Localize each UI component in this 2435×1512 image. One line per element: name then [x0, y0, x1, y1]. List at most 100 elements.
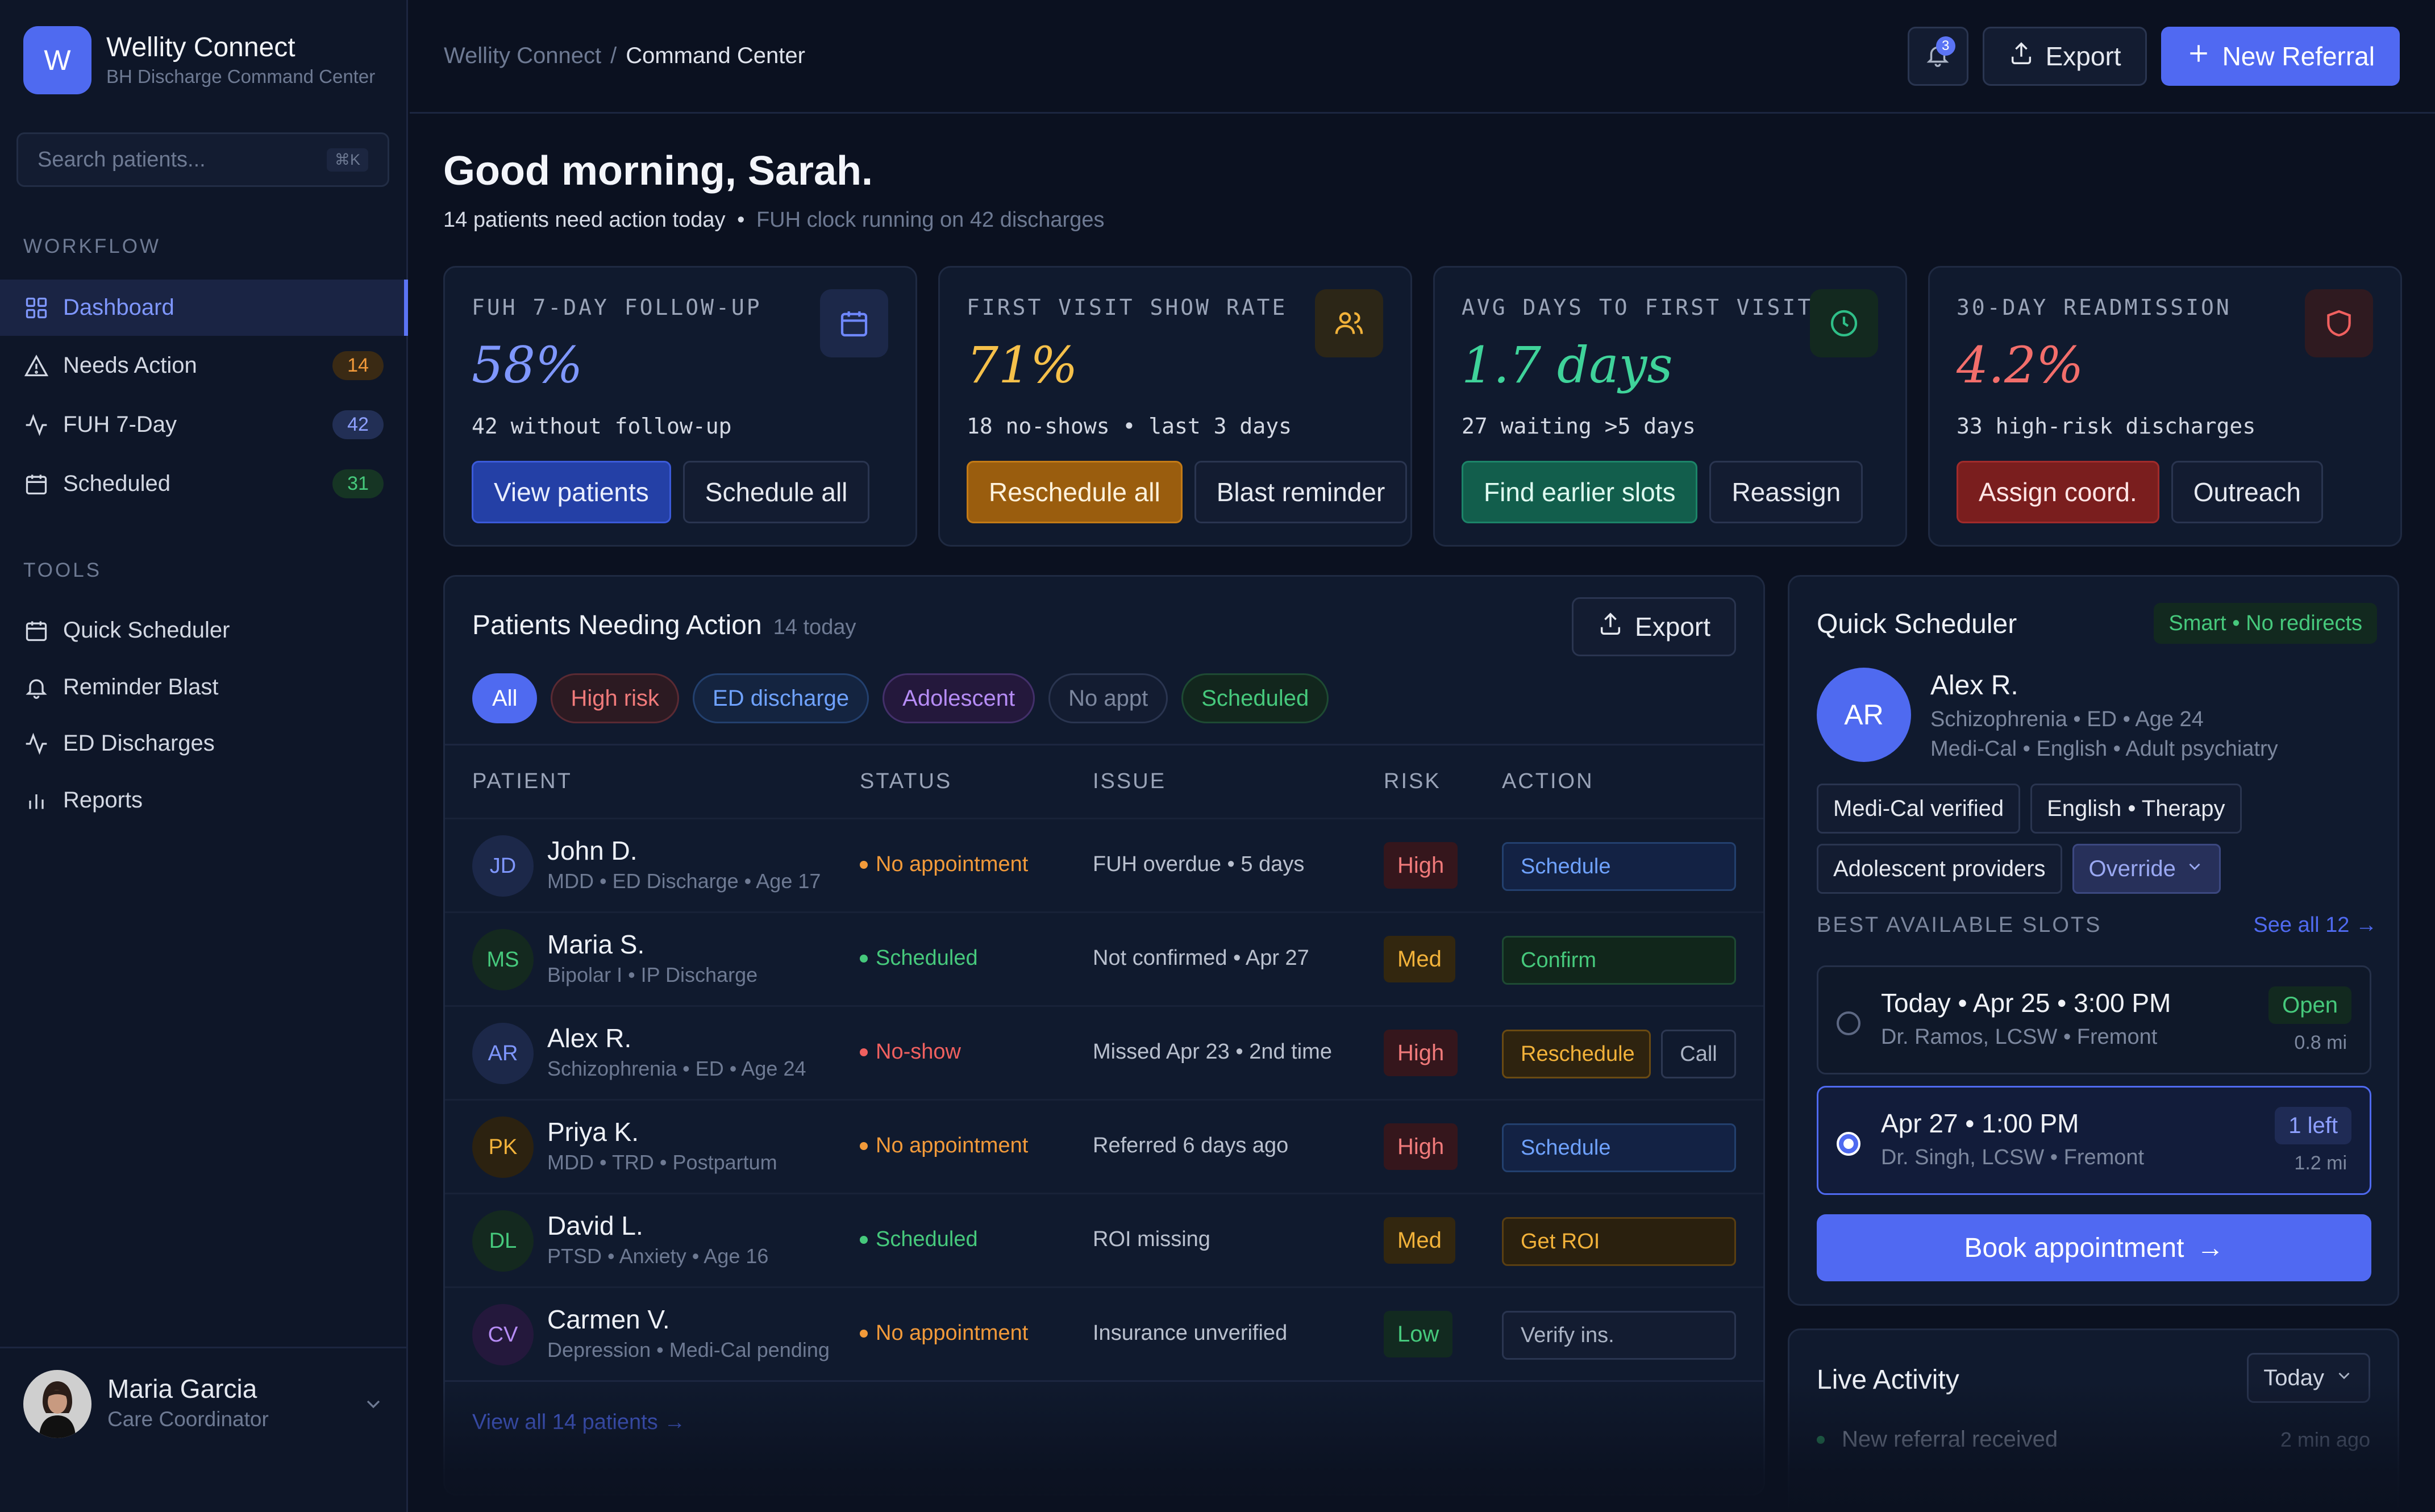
availability-badge: 1 left	[2275, 1107, 2351, 1144]
table-row[interactable]: JD John D. MDD • ED Discharge • Age 17 N…	[445, 818, 1763, 911]
patient-meta: Schizophrenia • ED • Age 24	[1930, 707, 2204, 731]
risk-badge: High	[1384, 842, 1458, 889]
bell-icon	[23, 674, 49, 701]
panel-title-text: Patients Needing Action	[472, 610, 762, 640]
notification-count: 3	[1935, 36, 1955, 56]
notifications-button[interactable]: 3	[1907, 27, 1968, 86]
view-all-patients-link[interactable]: View all 14 patients →	[472, 1410, 685, 1435]
list-item[interactable]: New referral received 2 min ago	[1817, 1427, 2370, 1452]
search-shortcut: ⌘K	[326, 148, 368, 172]
schedule-all-button[interactable]: Schedule all	[682, 461, 870, 523]
sidebar-item-needs-action[interactable]: Needs Action 14	[0, 338, 408, 394]
column-header-status[interactable]: STATUS	[860, 769, 952, 794]
search-input[interactable]: Search patients... ⌘K	[16, 132, 389, 187]
kpi-card-show-rate: FIRST VISIT SHOW RATE 71% 18 no-shows • …	[938, 266, 1412, 547]
risk-badge: High	[1384, 1030, 1458, 1076]
bar-chart-icon	[23, 788, 49, 814]
upload-icon	[2008, 40, 2034, 73]
export-button[interactable]: Export	[1572, 597, 1736, 656]
chevron-down-icon[interactable]	[362, 1393, 385, 1418]
tag-english-therapy[interactable]: English • Therapy	[2030, 784, 2242, 834]
schedule-button[interactable]: Schedule	[1502, 1123, 1736, 1172]
sidebar-item-ed-discharges[interactable]: ED Discharges	[0, 715, 408, 772]
status-badge: No appointment	[860, 1134, 1028, 1158]
status-dot	[860, 1142, 868, 1150]
tag-medi-cal-verified[interactable]: Medi-Cal verified	[1817, 784, 2021, 834]
chevron-down-icon	[2334, 1365, 2354, 1391]
filter-chip-all[interactable]: All	[472, 673, 538, 723]
radio-button[interactable]	[1837, 1011, 1860, 1035]
column-header-risk[interactable]: RISK	[1384, 769, 1441, 794]
view-patients-button[interactable]: View patients	[472, 461, 671, 523]
confirm-button[interactable]: Confirm	[1502, 936, 1736, 985]
column-header-action[interactable]: ACTION	[1502, 769, 1594, 794]
time-range-select[interactable]: Today	[2247, 1353, 2370, 1403]
time-range-value: Today	[2263, 1365, 2324, 1390]
book-appointment-button[interactable]: Book appointment →	[1817, 1214, 2371, 1281]
column-header-patient[interactable]: PATIENT	[472, 769, 572, 794]
slot-time: Apr 27 • 1:00 PM	[1881, 1109, 2079, 1138]
export-button[interactable]: Export	[1982, 27, 2147, 86]
override-dropdown[interactable]: Override	[2072, 844, 2221, 894]
filter-chip-no-appt[interactable]: No appt	[1048, 673, 1168, 723]
activity-icon	[23, 731, 49, 757]
table-row[interactable]: CV Carmen V. Depression • Medi-Cal pendi…	[445, 1286, 1763, 1380]
filter-chips: All High risk ED discharge Adolescent No…	[472, 673, 1329, 723]
table-row[interactable]: MS Maria S. Bipolar I • IP Discharge Sch…	[445, 911, 1763, 1005]
status-badge: Scheduled	[860, 946, 978, 970]
clock-icon	[1810, 289, 1878, 357]
status-dot	[860, 860, 868, 869]
table-row[interactable]: PK Priya K. MDD • TRD • Postpartum No ap…	[445, 1099, 1763, 1193]
avatar: PK	[472, 1117, 534, 1178]
avatar	[23, 1370, 91, 1438]
reschedule-all-button[interactable]: Reschedule all	[967, 461, 1183, 523]
column-header-issue[interactable]: ISSUE	[1093, 769, 1166, 794]
breadcrumb-root[interactable]: Wellity Connect	[444, 43, 601, 69]
table-row[interactable]: AR Alex R. Schizophrenia • ED • Age 24 N…	[445, 1005, 1763, 1099]
count-badge: 14	[332, 351, 384, 380]
assign-coord-button[interactable]: Assign coord.	[1957, 461, 2159, 523]
filter-chip-high-risk[interactable]: High risk	[551, 673, 680, 723]
brand[interactable]: W Wellity Connect BH Discharge Command C…	[23, 26, 375, 94]
get-roi-button[interactable]: Get ROI	[1502, 1217, 1736, 1266]
chevron-down-icon	[2185, 856, 2204, 882]
find-earlier-slots-button[interactable]: Find earlier slots	[1462, 461, 1698, 523]
new-referral-button[interactable]: New Referral	[2161, 27, 2400, 86]
reassign-button[interactable]: Reassign	[1709, 461, 1863, 523]
patient-name: John D.	[547, 836, 638, 865]
filter-chip-adolescent[interactable]: Adolescent	[883, 673, 1035, 723]
status-badge: Smart • No redirects	[2154, 603, 2377, 644]
issue-text: FUH overdue • 5 days	[1093, 852, 1305, 876]
sidebar-item-dashboard[interactable]: Dashboard	[0, 280, 408, 336]
verify-insurance-button[interactable]: Verify ins.	[1502, 1311, 1736, 1360]
reschedule-button[interactable]: Reschedule	[1502, 1030, 1651, 1078]
schedule-button[interactable]: Schedule	[1502, 842, 1736, 891]
issue-text: Not confirmed • Apr 27	[1093, 946, 1309, 970]
count-badge: 31	[332, 469, 384, 498]
kpi-card-avg-days: AVG DAYS TO FIRST VISIT 1.7 days 27 wait…	[1433, 266, 1907, 547]
sidebar-item-label: Needs Action	[63, 353, 197, 378]
filter-chip-scheduled[interactable]: Scheduled	[1181, 673, 1329, 723]
outreach-button[interactable]: Outreach	[2171, 461, 2323, 523]
panel-title: Live Activity	[1817, 1365, 1959, 1395]
slot-option[interactable]: Today • Apr 25 • 3:00 PM Dr. Ramos, LCSW…	[1817, 965, 2371, 1074]
blast-reminder-button[interactable]: Blast reminder	[1194, 461, 1408, 523]
sidebar-item-quick-scheduler[interactable]: Quick Scheduler	[0, 602, 408, 659]
call-button[interactable]: Call	[1661, 1030, 1736, 1078]
table-header: PATIENT STATUS ISSUE RISK ACTION	[445, 744, 1763, 818]
slot-option[interactable]: Apr 27 • 1:00 PM Dr. Singh, LCSW • Fremo…	[1817, 1086, 2371, 1195]
status-dot	[860, 1329, 868, 1338]
sidebar-item-reminder-blast[interactable]: Reminder Blast	[0, 659, 408, 715]
user-profile[interactable]: Maria Garcia Care Coordinator	[0, 1347, 408, 1512]
see-all-slots-link[interactable]: See all 12 →	[2253, 913, 2377, 938]
activity-icon	[23, 412, 49, 438]
tag-adolescent-providers[interactable]: Adolescent providers	[1817, 844, 2062, 894]
patient-meta: MDD • ED Discharge • Age 17	[547, 869, 821, 893]
radio-button[interactable]	[1837, 1132, 1860, 1156]
table-row[interactable]: DL David L. PTSD • Anxiety • Age 16 Sche…	[445, 1193, 1763, 1286]
sidebar-item-fuh-7-day[interactable]: FUH 7-Day 42	[0, 397, 408, 453]
sidebar-item-scheduled[interactable]: Scheduled 31	[0, 456, 408, 512]
status-text: Scheduled	[876, 1227, 978, 1251]
sidebar-item-reports[interactable]: Reports	[0, 772, 408, 828]
filter-chip-ed-discharge[interactable]: ED discharge	[693, 673, 869, 723]
